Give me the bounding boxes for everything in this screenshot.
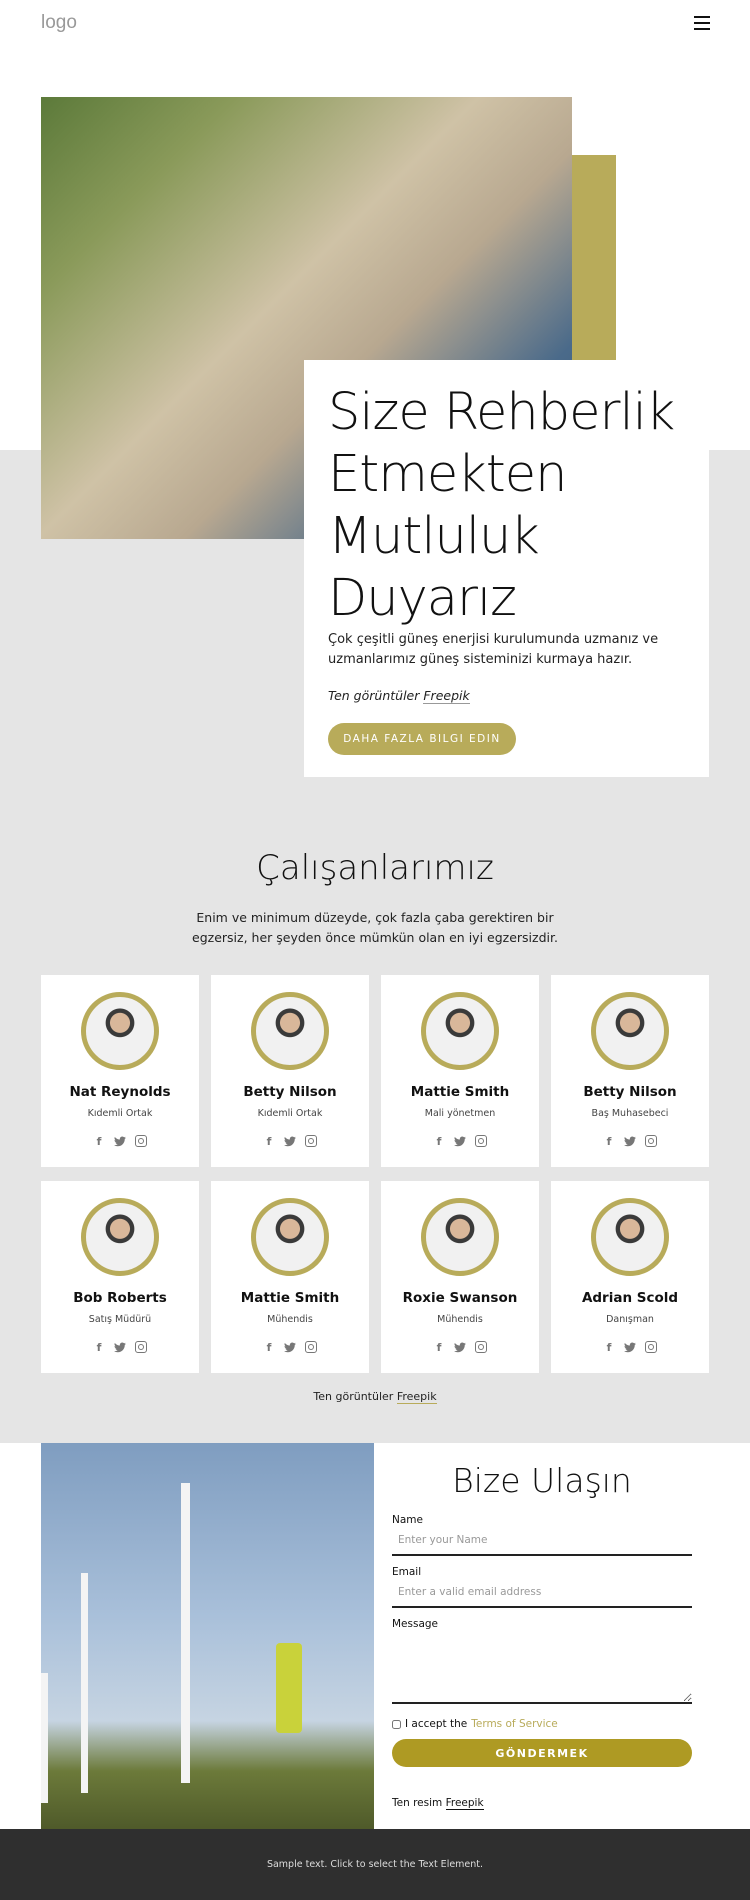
email-input[interactable]	[392, 1578, 692, 1608]
hero-title: Size Rehberlik Etmekten Mutluluk Duyarız	[328, 383, 675, 628]
team-member-card: Adrian Scold Danışman f	[551, 1181, 709, 1373]
instagram-icon[interactable]	[135, 1341, 147, 1353]
team-member-card: Nat Reynolds Kıdemli Ortak f	[41, 975, 199, 1167]
twitter-icon[interactable]	[114, 1135, 126, 1147]
social-links: f	[41, 1135, 199, 1148]
member-name: Mattie Smith	[240, 1290, 340, 1306]
member-name: Nat Reynolds	[69, 1084, 171, 1100]
member-role: Mühendis	[437, 1314, 483, 1325]
social-links: f	[41, 1341, 199, 1354]
hero-text: Çok çeşitli güneş enerjisi kurulumunda u…	[328, 632, 659, 667]
member-name: Mattie Smith	[410, 1084, 510, 1100]
instagram-icon[interactable]	[135, 1135, 147, 1147]
avatar	[591, 992, 669, 1070]
avatar	[81, 992, 159, 1070]
instagram-icon[interactable]	[475, 1135, 487, 1147]
facebook-icon[interactable]: f	[433, 1135, 445, 1148]
member-role: Mali yönetmen	[424, 1108, 496, 1119]
twitter-icon[interactable]	[624, 1341, 636, 1353]
facebook-icon[interactable]: f	[603, 1135, 615, 1148]
social-links: f	[551, 1341, 709, 1354]
social-links: f	[381, 1341, 539, 1354]
credit-prefix: Ten görüntüler	[313, 1390, 394, 1403]
member-name: Roxie Swanson	[402, 1290, 518, 1306]
facebook-icon[interactable]: f	[433, 1341, 445, 1354]
team-member-card: Mattie Smith Mühendis f	[211, 1181, 369, 1373]
freepik-link[interactable]: Freepik	[423, 688, 470, 704]
logo[interactable]: logo	[41, 12, 77, 34]
twitter-icon[interactable]	[284, 1341, 296, 1353]
team-member-card: Bob Roberts Satış Müdürü f	[41, 1181, 199, 1373]
twitter-icon[interactable]	[454, 1135, 466, 1147]
social-links: f	[211, 1341, 369, 1354]
social-links: f	[551, 1135, 709, 1148]
email-label: Email	[392, 1566, 422, 1578]
member-role: Danışman	[606, 1314, 654, 1325]
facebook-icon[interactable]: f	[93, 1341, 105, 1354]
twitter-icon[interactable]	[284, 1135, 296, 1147]
member-name: Betty Nilson	[243, 1084, 337, 1100]
member-role: Baş Muhasebeci	[591, 1108, 669, 1119]
hamburger-menu-icon[interactable]	[694, 16, 710, 30]
submit-button[interactable]: GÖNDERMEK	[392, 1739, 692, 1767]
freepik-link[interactable]: Freepik	[445, 1797, 484, 1810]
team-member-card: Betty Nilson Kıdemli Ortak f	[211, 975, 369, 1167]
avatar	[591, 1198, 669, 1276]
member-role: Kıdemli Ortak	[87, 1108, 153, 1119]
instagram-icon[interactable]	[305, 1341, 317, 1353]
team-member-card: Roxie Swanson Mühendis f	[381, 1181, 539, 1373]
terms-link[interactable]: Terms of Service	[471, 1718, 558, 1730]
member-name: Bob Roberts	[73, 1290, 167, 1306]
name-label: Name	[392, 1514, 423, 1526]
freepik-link[interactable]: Freepik	[396, 1390, 437, 1404]
learn-more-button[interactable]: DAHA FAZLA BILGI EDIN	[328, 723, 516, 755]
contact-title: Bize Ulaşın	[452, 1461, 632, 1500]
instagram-icon[interactable]	[645, 1135, 657, 1147]
social-links: f	[211, 1135, 369, 1148]
team-credit: Ten görüntüler Freepik	[0, 1390, 750, 1404]
decorative-gold-block	[572, 155, 616, 360]
hero-card: Size Rehberlik Etmekten Mutluluk Duyarız…	[304, 360, 709, 777]
message-textarea[interactable]	[392, 1630, 692, 1704]
member-name: Adrian Scold	[581, 1290, 679, 1306]
twitter-icon[interactable]	[454, 1341, 466, 1353]
social-links: f	[381, 1135, 539, 1148]
facebook-icon[interactable]: f	[603, 1341, 615, 1354]
instagram-icon[interactable]	[645, 1341, 657, 1353]
terms-checkbox-row[interactable]: I accept the Terms of Service	[392, 1718, 692, 1730]
contact-credit: Ten resim Freepik	[392, 1797, 692, 1810]
avatar	[81, 1198, 159, 1276]
facebook-icon[interactable]: f	[93, 1135, 105, 1148]
member-role: Satış Müdürü	[88, 1314, 152, 1325]
twitter-icon[interactable]	[114, 1341, 126, 1353]
team-title: Çalışanlarımız	[256, 848, 494, 888]
member-role: Mühendis	[267, 1314, 313, 1325]
twitter-icon[interactable]	[624, 1135, 636, 1147]
facebook-icon[interactable]: f	[263, 1135, 275, 1148]
credit-prefix: Ten görüntüler	[328, 688, 420, 703]
facebook-icon[interactable]: f	[263, 1341, 275, 1354]
hero-credit: Ten görüntüler Freepik	[328, 688, 685, 704]
avatar	[251, 1198, 329, 1276]
member-name: Betty Nilson	[583, 1084, 677, 1100]
avatar	[421, 1198, 499, 1276]
avatar	[421, 992, 499, 1070]
instagram-icon[interactable]	[475, 1341, 487, 1353]
terms-checkbox[interactable]	[392, 1719, 401, 1729]
avatar	[251, 992, 329, 1070]
accept-text: I accept the	[405, 1718, 468, 1730]
wind-turbine-image	[41, 1443, 374, 1829]
credit-prefix: Ten resim	[392, 1797, 443, 1809]
contact-form: Bize Ulaşın Name Email Message I accept …	[392, 1443, 692, 1810]
message-label: Message	[392, 1618, 439, 1630]
team-member-card: Betty Nilson Baş Muhasebeci f	[551, 975, 709, 1167]
member-role: Kıdemli Ortak	[257, 1108, 323, 1119]
footer[interactable]: Sample text. Click to select the Text El…	[0, 1829, 750, 1900]
team-member-card: Mattie Smith Mali yönetmen f	[381, 975, 539, 1167]
instagram-icon[interactable]	[305, 1135, 317, 1147]
name-input[interactable]	[392, 1526, 692, 1556]
team-subtitle: Enim ve minimum düzeyde, çok fazla çaba …	[192, 910, 558, 945]
